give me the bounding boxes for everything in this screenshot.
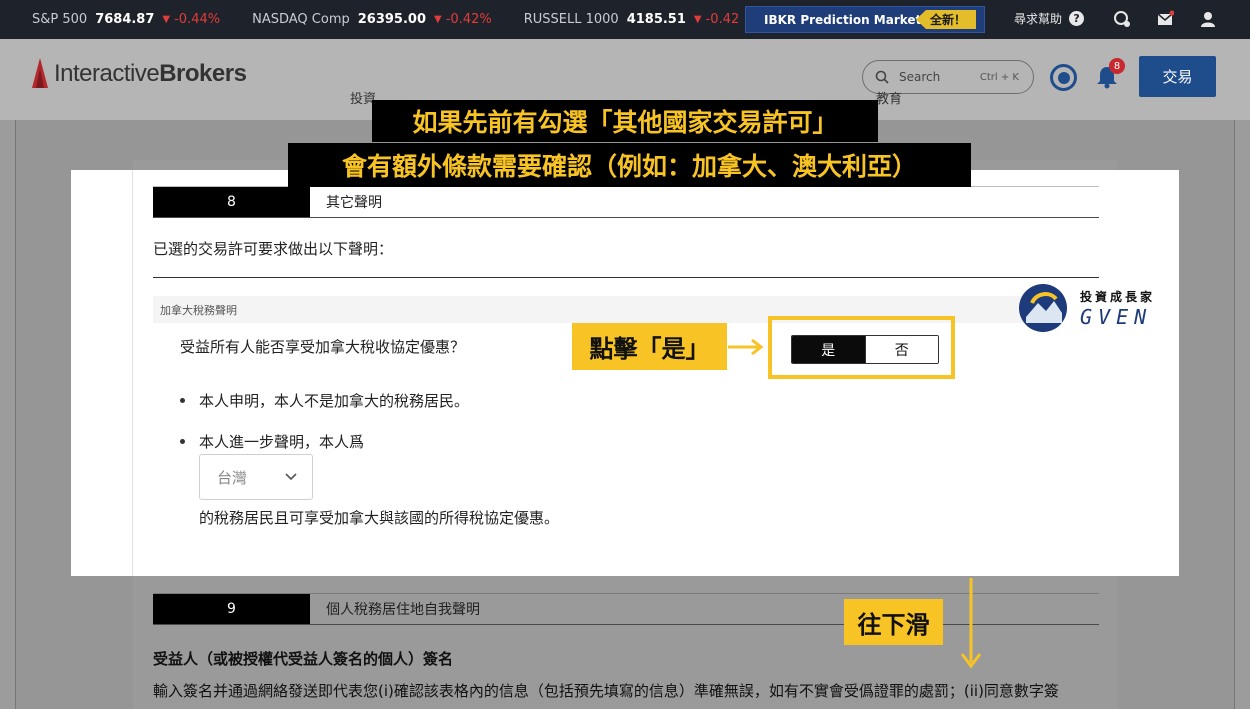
ticker-value: 4185.51 [626, 12, 686, 27]
tax-resident-statement: 的稅務居民且可享受加拿大與該國的所得稅協定優惠。 [199, 509, 560, 527]
ticker-nasdaq[interactable]: NASDAQ Comp 26395.00 ▼ -0.42% [252, 12, 492, 27]
ticker-sp500[interactable]: S&P 500 7684.87 ▼ -0.44% [32, 12, 220, 27]
country-select[interactable]: 台灣 [199, 454, 313, 500]
declaration-intro: 已選的交易許可要求做出以下聲明： [153, 240, 394, 258]
new-badge: 全新！ [915, 10, 976, 29]
divider [132, 170, 133, 576]
ticker-value: 7684.87 [95, 12, 155, 27]
annotation-banner-line1: 如果先前有勾選「其他國家交易許可」 [372, 100, 878, 142]
chat-support-icon[interactable] [1113, 10, 1131, 28]
prediction-markets-button[interactable]: IBKR Prediction Markets 全新！ [745, 6, 985, 33]
ticker-russell[interactable]: RUSSELL 1000 4185.51 ▼ -0.42 ••• [524, 12, 773, 28]
help-link[interactable]: 尋求幫助 ? [1014, 10, 1085, 27]
ticker-name: NASDAQ Comp [252, 12, 350, 27]
watermark-title: 投資成長家 [1080, 289, 1156, 304]
ticker-change: -0.44% [174, 12, 221, 27]
status-dot-icon [1057, 71, 1070, 84]
click-yes-callout: 點擊「是」 [572, 323, 727, 370]
notification-count-badge: 8 [1109, 58, 1125, 74]
no-option[interactable]: 否 [864, 336, 938, 363]
ticker-name: S&P 500 [32, 12, 88, 27]
interactive-brokers-logo[interactable]: InteractiveBrokers [30, 58, 247, 90]
down-triangle-icon: ▼ [434, 14, 442, 25]
account-icon[interactable] [1199, 10, 1217, 28]
section-title: 個人稅務居住地自我聲明 [326, 602, 480, 618]
annotation-banner-line2: 會有額外條款需要確認（例如：加拿大、澳大利亞） [288, 143, 971, 187]
country-select-value: 台灣 [217, 468, 248, 487]
search-shortcut: Ctrl + K [979, 71, 1019, 83]
arrow-down-icon [960, 578, 982, 669]
gven-logo-icon [1019, 284, 1067, 332]
trade-button[interactable]: 交易 [1139, 56, 1216, 97]
section-8-header: 8 其它聲明 [153, 186, 1099, 218]
ticker-change: -0.42 [705, 12, 740, 27]
section-number: 9 [153, 594, 310, 624]
ticker-name: RUSSELL 1000 [523, 12, 619, 27]
gven-watermark: 投資成長家 GVEN [1018, 283, 1155, 333]
logo-wordmark: InteractiveBrokers [54, 60, 247, 87]
section-title: 其它聲明 [326, 195, 382, 211]
yes-no-toggle[interactable]: 是 否 [791, 335, 939, 364]
section-number: 8 [153, 187, 310, 217]
chevron-down-icon [285, 473, 297, 481]
declaration-bullet: 本人申明，本人不是加拿大的稅務居民。 [180, 390, 469, 411]
question-icon: ? [1069, 11, 1085, 26]
mail-icon[interactable] [1156, 10, 1174, 28]
declaration-bullet: 本人進一步聲明，本人爲 [180, 431, 364, 452]
treaty-benefit-question: 受益所有人能否享受加拿大稅收協定優惠？ [180, 338, 466, 356]
nav-item-education[interactable]: 教育 [876, 88, 902, 107]
yes-option[interactable]: 是 [792, 336, 865, 363]
prediction-markets-label: IBKR Prediction Markets [764, 12, 929, 27]
status-indicator-button[interactable] [1050, 64, 1077, 91]
down-triangle-icon: ▼ [162, 14, 171, 25]
search-icon [875, 70, 889, 84]
ticker-value: 26395.00 [357, 12, 427, 27]
signature-heading: 受益人（或被授權代受益人簽名的個人）簽名 [153, 650, 454, 668]
scroll-down-callout: 往下滑 [844, 599, 943, 645]
help-label: 尋求幫助 [1014, 12, 1063, 26]
search-placeholder: Search [899, 70, 941, 84]
watermark-brand: GVEN [1080, 304, 1153, 329]
divider [153, 277, 1099, 278]
ticker-change: -0.42% [445, 12, 492, 27]
down-triangle-icon: ▼ [693, 14, 702, 25]
signature-text: 輸入簽名并通過網絡發送即代表您(i)確認該表格內的信息（包括預先填寫的信息）準確… [153, 682, 1059, 700]
arrow-right-icon [728, 338, 764, 356]
ib-flame-icon [32, 58, 48, 88]
